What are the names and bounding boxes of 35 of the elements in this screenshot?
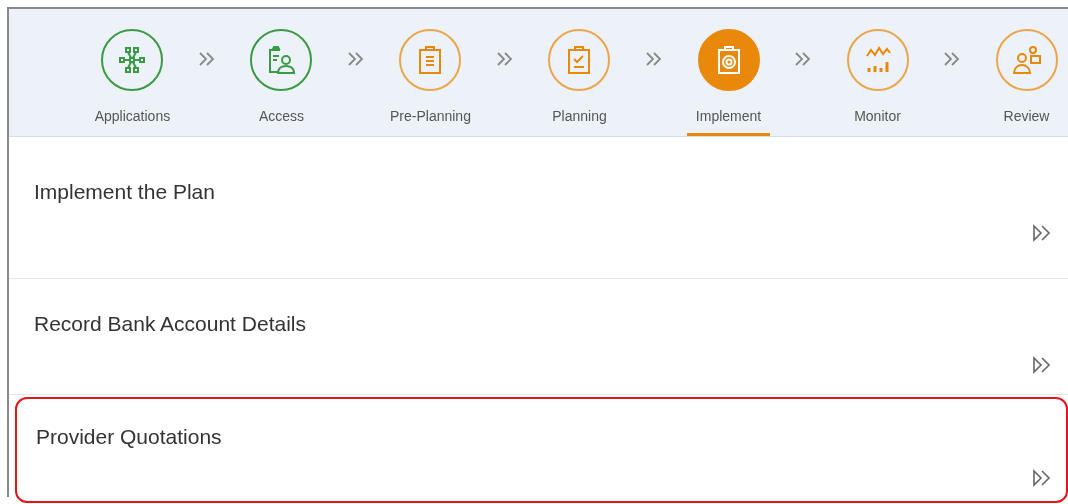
step-label: Applications <box>94 108 171 124</box>
step-icon <box>266 45 297 75</box>
step-label: Pre-Planning <box>390 108 471 124</box>
forward-icon <box>1032 469 1052 487</box>
task-title: Provider Quotations <box>36 425 223 449</box>
step-tab[interactable]: Planning <box>538 9 621 136</box>
step-icon <box>118 46 147 74</box>
step-label: Planning <box>552 108 607 124</box>
double-chevron-icon <box>943 51 962 67</box>
step-label: Access <box>258 108 304 124</box>
double-chevron-icon <box>346 51 365 67</box>
step-tab[interactable]: Monitor <box>836 9 919 136</box>
step-label: Monitor <box>854 108 901 124</box>
open-task-button[interactable] <box>1032 356 1052 374</box>
double-chevron-icon <box>794 51 812 67</box>
step-tab[interactable]: Implement <box>687 9 770 136</box>
open-task-button[interactable] <box>1032 224 1052 242</box>
step-icon <box>417 45 444 75</box>
task-title: Record Bank Account Details <box>34 312 307 336</box>
forward-icon <box>1032 356 1052 374</box>
double-chevron-icon <box>496 51 514 67</box>
step-tab[interactable]: Pre-Planning <box>389 9 472 136</box>
step-tab[interactable]: Applications <box>91 9 174 136</box>
step-label: Implement <box>695 108 762 124</box>
step-icon <box>715 45 742 75</box>
double-chevron-icon <box>197 51 216 67</box>
step-tab[interactable]: Access <box>240 9 323 136</box>
step-label: Review <box>1003 108 1050 124</box>
step-icon <box>566 45 593 75</box>
forward-icon <box>1032 224 1052 242</box>
task-title: Implement the Plan <box>34 180 216 204</box>
double-chevron-icon <box>645 51 663 67</box>
open-task-button[interactable] <box>1032 469 1052 487</box>
step-tab[interactable]: Review <box>985 9 1068 136</box>
step-icon <box>1010 45 1043 75</box>
